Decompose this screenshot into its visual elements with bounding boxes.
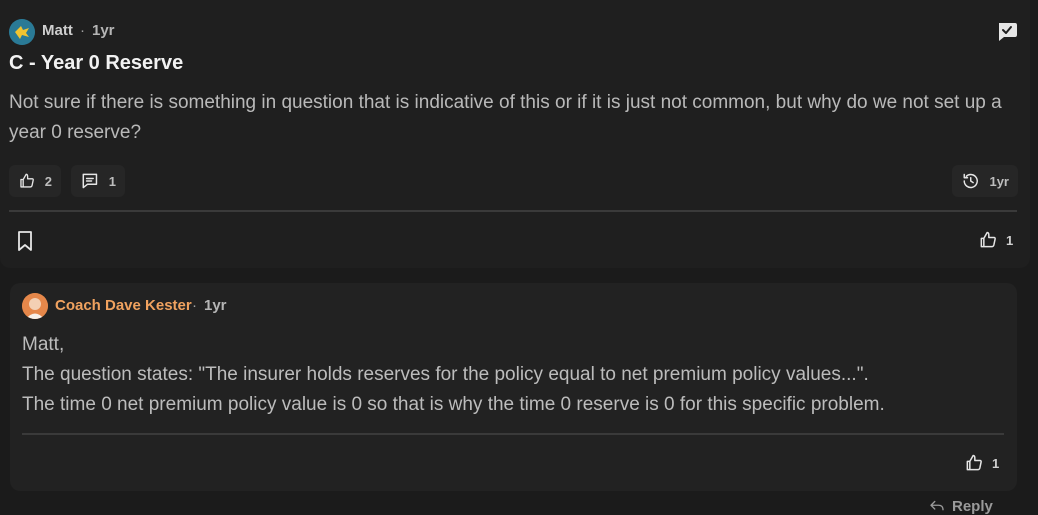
coach-avatar[interactable] [22, 293, 48, 319]
comment-icon [82, 173, 98, 189]
author-avatar[interactable] [9, 19, 35, 45]
post-title: C - Year 0 Reserve [9, 52, 184, 74]
history-clock-icon [963, 173, 978, 189]
history-time: 1yr [989, 173, 1009, 189]
reply-like-button[interactable]: 1 [964, 453, 999, 473]
footer-like-count: 1 [1006, 232, 1014, 248]
separator-dot: · [192, 297, 197, 314]
thumbs-up-icon [966, 454, 982, 471]
thumbs-up-icon [980, 231, 996, 248]
reply-line: Matt, [22, 334, 65, 355]
divider [9, 210, 1017, 212]
reply-arrow-icon [930, 500, 944, 511]
like-count: 2 [44, 173, 52, 189]
reply-author-name[interactable]: Coach Dave Kester [55, 297, 192, 314]
reply-divider [22, 433, 1004, 435]
like-button[interactable]: 2 [9, 165, 61, 197]
bookmark-icon[interactable] [15, 230, 35, 252]
reply-body: Matt, The question states: "The insurer … [22, 330, 1012, 420]
post-time: 1yr [92, 22, 115, 39]
chat-check-icon[interactable] [996, 20, 1018, 42]
comment-button[interactable]: 1 [71, 165, 125, 197]
separator-dot: · [80, 22, 85, 39]
post-body: Not sure if there is something in questi… [9, 92, 1002, 143]
comment-count: 1 [108, 173, 116, 189]
author-name[interactable]: Matt [42, 22, 73, 39]
reply-card: Coach Dave Kester · 1yr Matt, The questi… [10, 283, 1017, 491]
reply-button[interactable]: Reply [928, 497, 993, 515]
reply-time: 1yr [204, 297, 227, 314]
history-button[interactable]: 1yr [952, 165, 1018, 197]
reply-label[interactable]: Reply [952, 498, 993, 515]
reply-line: The time 0 net premium policy value is 0… [22, 394, 885, 415]
thumbs-up-icon [20, 173, 34, 188]
reply-line: The question states: "The insurer holds … [22, 364, 869, 385]
question-post: Matt · 1yr C - Year 0 Reserve Not sure i… [0, 0, 1030, 268]
footer-like-button[interactable]: 1 [978, 230, 1013, 250]
reply-like-count: 1 [992, 455, 1000, 471]
